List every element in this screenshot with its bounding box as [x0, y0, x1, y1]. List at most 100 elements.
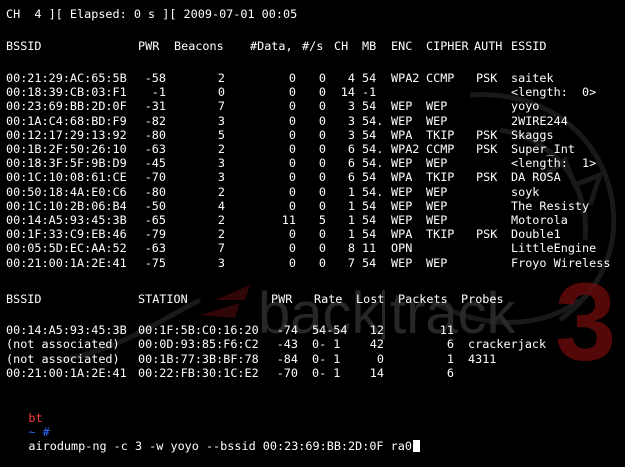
st-header-pwr: PWR [271, 292, 293, 306]
status-line: CH 4 ][ Elapsed: 0 s ][ 2009-07-01 00:05 [6, 7, 298, 21]
station-cell-rate: 0- 1 [312, 337, 341, 352]
ap-cell-enc: WEP [391, 213, 413, 227]
ap-cell-data: 0 [288, 99, 296, 114]
terminal-window[interactable]: CH 4 ][ Elapsed: 0 s ][ 2009-07-01 00:05… [0, 0, 625, 453]
ap-cell-cipher: WEP [426, 255, 448, 270]
ap-cell-mb: 11 [362, 241, 377, 256]
ap-cell-mb: 54 [362, 71, 377, 85]
station-cell-station: 00:0D:93:85:F6:C2 [138, 337, 259, 352]
ap-cell-enc: WPA2 [391, 71, 420, 85]
command-prompt[interactable]: bt ~ # airodump-ng -c 3 -w yoyo --bssid … [0, 397, 420, 453]
station-cell-rate: 54-54 [312, 323, 348, 337]
ap-cell-enc: WEP [391, 198, 413, 213]
ap-cell-ch: 3 [347, 99, 355, 114]
ap-cell-essid: The Resisty [511, 198, 590, 213]
ap-cell-ch: 6 [347, 142, 355, 156]
ap-cell-mb: 54 [362, 227, 377, 242]
ap-cell-essid: LittleEngine [511, 241, 597, 256]
ap-cell-data: 0 [288, 156, 296, 171]
ap-cell-bssid: 00:1C:10:08:61:CE [6, 170, 127, 185]
ap-cell-pwr: -50 [144, 198, 166, 213]
ap-cell-ch: 3 [347, 113, 355, 128]
ap-cell-ch: 8 [347, 241, 355, 256]
ap-cell-bssid: 00:18:39:CB:03:F1 [6, 85, 127, 100]
header-essid: ESSID [511, 39, 547, 53]
ap-cell-cipher: WEP [426, 156, 448, 171]
ap-table-header: BSSID PWR Beacons #Data, #/s CH MB ENC C… [6, 39, 547, 53]
station-cell-bssid: 00:14:A5:93:45:3B [6, 323, 127, 337]
ap-cell-per_s: 0 [318, 198, 326, 213]
ap-cell-pwr: -75 [144, 255, 166, 270]
ap-cell-per_s: 0 [318, 184, 326, 199]
station-cell-pwr: -70 [276, 365, 298, 380]
ap-cell-pwr: -31 [144, 99, 166, 114]
ap-cell-bssid: 00:1C:10:2B:06:B4 [6, 198, 127, 213]
header-ch: CH [334, 39, 349, 53]
ap-cell-essid: <length: 0> [511, 85, 597, 100]
station-cell-station: 00:1B:77:3B:BF:78 [138, 351, 259, 366]
ap-cell-bssid: 00:50:18:4A:E0:C6 [6, 184, 127, 199]
ap-cell-pwr: -63 [144, 142, 166, 156]
ap-cell-per_s: 5 [318, 213, 326, 227]
ap-cell-essid: Double1 [511, 227, 561, 242]
ap-cell-bssid: 00:21:29:AC:65:5B [6, 71, 127, 85]
prompt-host: bt [28, 411, 43, 425]
ap-cell-beacons: 2 [217, 227, 225, 242]
ap-cell-beacons: 2 [217, 71, 225, 85]
ap-cell-per_s: 0 [318, 71, 326, 85]
ap-cell-beacons: 3 [217, 156, 225, 171]
st-header-probes: Probes [461, 292, 504, 306]
station-cell-packets: 6 [446, 365, 454, 380]
ap-cell-beacons: 2 [217, 213, 225, 227]
station-cell-bssid: (not associated) [6, 351, 120, 366]
ap-cell-beacons: 3 [217, 170, 225, 185]
station-cell-pwr: -84 [276, 351, 298, 366]
ap-cell-essid: yoyo [511, 99, 540, 114]
ap-cell-pwr: -82 [144, 113, 166, 128]
ap-cell-auth: PSK [476, 227, 498, 242]
ap-cell-beacons: 0 [217, 85, 225, 100]
st-header-bssid: BSSID [6, 292, 42, 306]
ap-cell-bssid: 00:23:69:BB:2D:0F [6, 99, 127, 114]
ap-cell-bssid: 00:14:A5:93:45:3B [6, 213, 127, 227]
station-cell-rate: 0- 1 [312, 365, 341, 380]
ap-cell-essid: saitek [511, 71, 554, 85]
ap-cell-pwr: -80 [144, 184, 166, 199]
ap-cell-mb: 54. [362, 156, 384, 171]
st-header-station: STATION [138, 292, 188, 306]
ap-cell-per_s: 0 [318, 156, 326, 171]
ap-cell-ch: 6 [347, 170, 355, 185]
ap-cell-bssid: 00:05:5D:EC:AA:52 [6, 241, 127, 256]
ap-cell-enc: WEP [391, 184, 413, 199]
ap-cell-data: 0 [288, 255, 296, 270]
ap-cell-mb: 54 [362, 99, 377, 114]
ap-cell-auth: PSK [476, 127, 498, 142]
st-header-rate: Rate [314, 292, 343, 306]
station-cell-lost: 42 [369, 337, 384, 352]
ap-cell-ch: 14 [340, 85, 355, 100]
command-input[interactable]: airodump-ng -c 3 -w yoyo --bssid 00:23:6… [28, 439, 412, 453]
ap-cell-beacons: 7 [217, 241, 225, 256]
ap-cell-cipher: CCMP [426, 71, 455, 85]
ap-cell-ch: 3 [347, 127, 355, 142]
ap-cell-beacons: 3 [217, 255, 225, 270]
station-cell-packets: 6 [446, 337, 454, 352]
ap-cell-per_s: 0 [318, 170, 326, 185]
ap-cell-essid: 2WIRE244 [511, 113, 568, 128]
ap-cell-mb: 54. [362, 184, 384, 199]
station-cell-packets: 1 [446, 351, 454, 366]
ap-cell-data: 0 [288, 85, 296, 100]
ap-cell-bssid: 00:1B:2F:50:26:10 [6, 142, 127, 156]
station-cell-packets: 11 [439, 323, 454, 337]
ap-cell-essid: Skaggs [511, 127, 554, 142]
ap-cell-ch: 1 [347, 213, 355, 227]
ap-cell-per_s: 0 [318, 227, 326, 242]
ap-cell-bssid: 00:21:00:1A:2E:41 [6, 255, 127, 270]
ap-cell-ch: 4 [347, 71, 355, 85]
ap-cell-data: 0 [288, 241, 296, 256]
ap-cell-enc: WPA2 [391, 142, 420, 156]
ap-cell-data: 0 [288, 127, 296, 142]
ap-cell-mb: 54 [362, 127, 377, 142]
header-data: #Data, [250, 39, 293, 53]
ap-cell-mb: 54. [362, 142, 384, 156]
